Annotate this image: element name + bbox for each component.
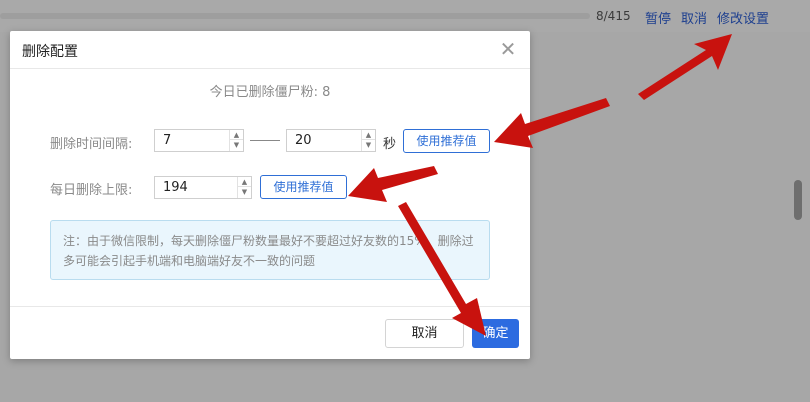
progress-bar — [0, 13, 590, 19]
daily-limit-stepper: ▲ ▼ — [237, 177, 251, 198]
limit-notice: 注：由于微信限制，每天删除僵尸粉数量最好不要超过好友数的15%，删除过多可能会引… — [50, 220, 490, 280]
close-icon[interactable]: ✕ — [498, 39, 518, 59]
interval-max-input[interactable]: 20 ▲ ▼ — [286, 129, 376, 152]
interval-min-value: 7 — [163, 133, 172, 148]
daily-limit-value: 194 — [163, 180, 188, 195]
interval-min-input[interactable]: 7 ▲ ▼ — [154, 129, 244, 152]
interval-label: 删除时间间隔: — [50, 137, 133, 152]
pause-link[interactable]: 暂停 — [645, 8, 671, 27]
scrollbar-thumb[interactable] — [794, 180, 802, 220]
chevron-up-icon[interactable]: ▲ — [230, 130, 243, 140]
chevron-down-icon[interactable]: ▼ — [238, 187, 251, 197]
delete-config-dialog: 删除配置 ✕ 今日已删除僵尸粉: 8 删除时间间隔: 7 ▲ ▼ 20 ▲ ▼ … — [10, 31, 530, 359]
dialog-title: 删除配置 — [22, 44, 78, 60]
chevron-up-icon[interactable]: ▲ — [238, 177, 251, 187]
cancel-link[interactable]: 取消 — [681, 8, 707, 27]
interval-max-value: 20 — [295, 133, 312, 148]
daily-limit-label: 每日删除上限: — [50, 183, 133, 198]
use-recommended-limit-button[interactable]: 使用推荐值 — [260, 175, 347, 199]
modify-settings-link[interactable]: 修改设置 — [717, 8, 769, 27]
confirm-button[interactable]: 确定 — [472, 319, 519, 348]
progress-count: 8/415 — [596, 9, 631, 23]
chevron-down-icon[interactable]: ▼ — [362, 140, 375, 150]
range-separator — [250, 140, 280, 141]
chevron-up-icon[interactable]: ▲ — [362, 130, 375, 140]
seconds-unit: 秒 — [383, 137, 397, 152]
cancel-button[interactable]: 取消 — [385, 319, 464, 348]
interval-max-stepper: ▲ ▼ — [361, 130, 375, 151]
interval-min-stepper: ▲ ▼ — [229, 130, 243, 151]
daily-limit-input[interactable]: 194 ▲ ▼ — [154, 176, 252, 199]
deleted-today-summary: 今日已删除僵尸粉: 8 — [209, 85, 331, 100]
use-recommended-interval-button[interactable]: 使用推荐值 — [403, 129, 490, 153]
chevron-down-icon[interactable]: ▼ — [230, 140, 243, 150]
dialog-footer: 取消 确定 — [10, 306, 530, 359]
dialog-header: 删除配置 ✕ — [10, 31, 530, 69]
